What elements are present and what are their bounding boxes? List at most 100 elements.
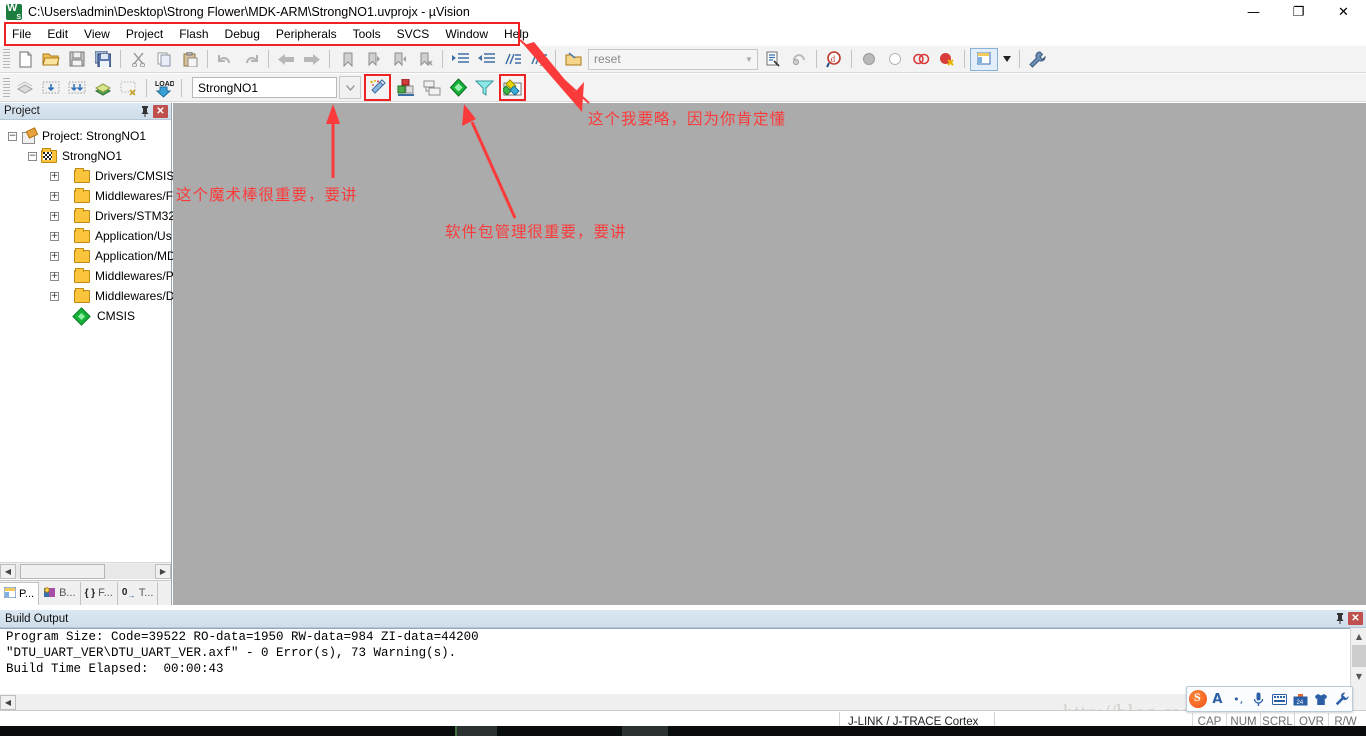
window-layout-icon[interactable] — [970, 47, 998, 71]
project-target-select[interactable]: StrongNO1 — [192, 77, 337, 98]
tree-item-group[interactable]: + Middlewares/Pr — [6, 266, 178, 286]
scroll-up-icon[interactable]: ▲ — [1351, 628, 1366, 644]
tree-toggle-icon[interactable]: + — [50, 191, 59, 201]
tab-project[interactable]: P... — [0, 581, 40, 605]
find-in-files-icon[interactable] — [761, 48, 785, 71]
bookmark-prev-icon[interactable] — [361, 48, 385, 71]
scroll-left-icon[interactable]: ◀ — [0, 694, 16, 710]
multi-project-icon[interactable] — [420, 76, 444, 99]
menu-help[interactable]: Help — [496, 25, 537, 43]
bookmark-next-icon[interactable] — [387, 48, 411, 71]
copy-icon[interactable] — [152, 48, 176, 71]
toolbox-icon[interactable]: 24 — [1290, 693, 1311, 706]
build-output-text[interactable]: Program Size: Code=39522 RO-data=1950 RW… — [0, 628, 1366, 700]
menu-flash[interactable]: Flash — [171, 25, 216, 43]
tree-item-project-root[interactable]: − Project: StrongNO1 — [6, 126, 171, 146]
redo-icon[interactable] — [239, 48, 263, 71]
menu-svcs[interactable]: SVCS — [389, 25, 438, 43]
translate-icon[interactable] — [13, 76, 37, 99]
breakpoint-kill-all-icon[interactable] — [935, 48, 959, 71]
manage-project-items-icon[interactable] — [394, 76, 418, 99]
options-target-icon[interactable] — [366, 76, 390, 99]
pack-installer-icon[interactable] — [501, 76, 525, 99]
cut-icon[interactable] — [126, 48, 150, 71]
stop-build-icon[interactable] — [117, 76, 141, 99]
scroll-left-icon[interactable]: ◀ — [0, 563, 16, 579]
taskbar-item[interactable] — [622, 726, 668, 736]
punctuation-icon[interactable]: •, — [1228, 693, 1249, 706]
pin-icon[interactable] — [137, 104, 153, 119]
menu-project[interactable]: Project — [118, 25, 171, 43]
tree-toggle-icon[interactable]: + — [50, 271, 59, 281]
tree-item-group[interactable]: + Application/Us — [6, 226, 172, 246]
save-icon[interactable] — [65, 48, 89, 71]
tree-toggle-icon[interactable]: + — [50, 291, 59, 301]
editor-area[interactable] — [173, 103, 1366, 605]
build-icon[interactable] — [39, 76, 63, 99]
toolbar-grip[interactable] — [3, 49, 10, 69]
undo-icon[interactable] — [213, 48, 237, 71]
tab-templates[interactable]: 0→ T... — [118, 581, 159, 605]
breakpoint-disable-all-icon[interactable] — [909, 48, 933, 71]
minimize-button[interactable]: — — [1231, 0, 1276, 24]
menu-edit[interactable]: Edit — [39, 25, 76, 43]
open-file-icon[interactable] — [39, 48, 63, 71]
voice-input-icon[interactable] — [1248, 692, 1269, 707]
scroll-right-icon[interactable]: ▶ — [155, 563, 171, 579]
outdent-icon[interactable] — [474, 48, 498, 71]
batch-build-icon[interactable] — [91, 76, 115, 99]
vscroll-thumb[interactable] — [1352, 645, 1366, 667]
tree-item-group[interactable]: + Drivers/CMSIS — [6, 166, 174, 186]
close-icon[interactable]: ✕ — [1348, 612, 1363, 625]
project-tree-hscrollbar[interactable]: ◀ ▶ — [0, 562, 171, 579]
menu-view[interactable]: View — [76, 25, 118, 43]
tree-toggle-icon[interactable]: + — [50, 211, 59, 221]
menu-file[interactable]: File — [4, 25, 39, 43]
tree-item-group[interactable]: + Application/MD — [6, 246, 176, 266]
maximize-button[interactable]: ❐ — [1276, 0, 1321, 24]
menu-peripherals[interactable]: Peripherals — [268, 25, 345, 43]
breakpoint-enable-icon[interactable] — [883, 48, 907, 71]
comment-icon[interactable] — [500, 48, 524, 71]
hscroll-track[interactable] — [16, 563, 155, 579]
paste-icon[interactable] — [178, 48, 202, 71]
find-icon[interactable]: d — [822, 48, 846, 71]
bookmark-clear-icon[interactable] — [413, 48, 437, 71]
indent-icon[interactable] — [448, 48, 472, 71]
tab-books[interactable]: B... — [39, 581, 81, 605]
search-input[interactable]: reset — [589, 52, 741, 66]
rebuild-icon[interactable] — [65, 76, 89, 99]
menu-window[interactable]: Window — [437, 25, 496, 43]
pin-icon[interactable] — [1332, 611, 1348, 626]
close-icon[interactable]: ✕ — [153, 104, 168, 118]
breakpoint-insert-icon[interactable] — [857, 48, 881, 71]
skin-icon[interactable] — [1311, 693, 1332, 706]
forward-icon[interactable] — [300, 48, 324, 71]
tree-item-group[interactable]: + Middlewares/D — [6, 286, 174, 306]
pack-filter-icon[interactable] — [472, 76, 496, 99]
tree-toggle-icon[interactable]: + — [50, 251, 59, 261]
chevron-down-icon[interactable] — [1000, 48, 1014, 71]
pack-installer-green-icon[interactable] — [446, 76, 470, 99]
build-output-hscrollbar[interactable]: ◀ — [0, 694, 1366, 710]
search-combo[interactable]: reset ▼ — [588, 48, 758, 70]
tab-functions[interactable]: { } F... — [81, 581, 118, 605]
toolbar-grip[interactable] — [3, 77, 10, 98]
bookmark-toggle-icon[interactable] — [335, 48, 359, 71]
soft-keyboard-icon[interactable] — [1269, 693, 1290, 705]
uncomment-icon[interactable] — [526, 48, 550, 71]
open-search-file-icon[interactable] — [561, 48, 585, 71]
chevron-down-icon[interactable]: ▼ — [741, 50, 757, 69]
save-all-icon[interactable] — [91, 48, 115, 71]
tree-item-target[interactable]: − StrongNO1 — [6, 146, 171, 166]
tree-toggle-icon[interactable]: − — [8, 131, 17, 141]
tree-item-cmsis[interactable]: CMSIS — [6, 306, 171, 326]
close-button[interactable]: ✕ — [1321, 0, 1366, 24]
menu-tools[interactable]: Tools — [345, 25, 389, 43]
tree-toggle-icon[interactable]: + — [50, 231, 59, 241]
settings-icon[interactable] — [1331, 692, 1352, 706]
goto-icon[interactable] — [787, 48, 811, 71]
hscroll-thumb[interactable] — [20, 563, 105, 579]
tree-toggle-icon[interactable]: − — [28, 151, 37, 161]
taskbar-item[interactable] — [457, 726, 497, 736]
